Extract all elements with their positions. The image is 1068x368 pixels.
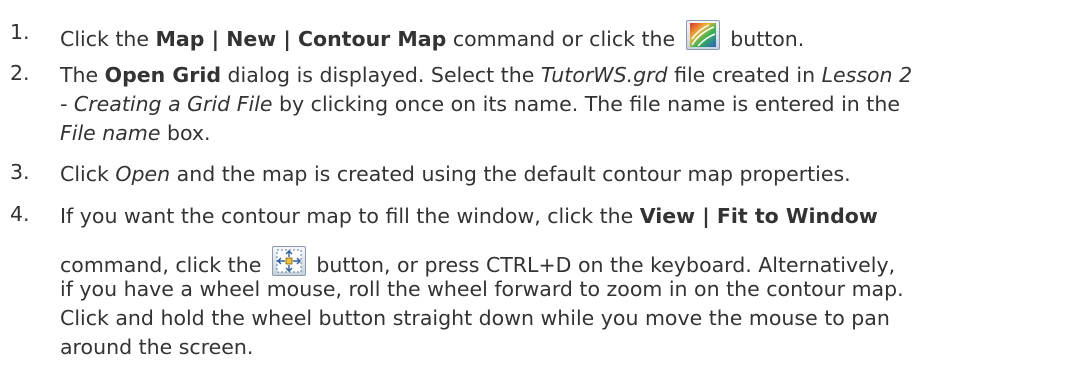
step-line: If you want the contour map to fill the … [60,202,878,230]
step-text: command or click the [446,27,682,51]
step-text: around the screen. [60,335,254,359]
contour-map-icon [685,20,720,50]
step-line: Click and hold the wheel button straight… [60,304,890,332]
action-name: Open [115,162,171,186]
step-text: If you want the contour map to fill the … [60,204,640,228]
step-text: file created in [667,63,822,87]
step-text: dialog is displayed. Select the [221,63,541,87]
step-text: if you have a wheel mouse, roll the whee… [60,277,904,301]
lesson-reference: Lesson 2 [821,63,913,87]
step-line: Click Open and the map is created using … [60,160,851,188]
dialog-name: Open Grid [104,63,222,87]
step-number: 4. [10,202,30,226]
field-name: File name [60,121,161,145]
step-line: Click the Map | New | Contour Map comman… [60,20,804,53]
step-text: box. [160,121,211,145]
lesson-reference: - Creating a Grid File [60,92,273,116]
step-text: button, or press CTRL+D on the keyboard.… [309,253,896,277]
step-text: button. [730,27,805,51]
step-text: Click the [60,27,156,51]
step-text: Click [60,162,116,186]
step-number: 2. [10,61,30,85]
step-number: 3. [10,160,30,184]
step-text: Click and hold the wheel button straight… [60,306,890,330]
step-text: and the map is created using the default… [170,162,851,186]
fit-to-window-icon [271,246,306,276]
step-line: - Creating a Grid File by clicking once … [60,90,900,118]
tutorial-steps-document: 1. Click the Map | New | Contour Map com… [0,0,1068,368]
menu-command: Map | New | Contour Map [155,27,447,51]
step-text: by clicking once on its name. The file n… [272,92,900,116]
step-line: around the screen. [60,333,253,361]
step-line: if you have a wheel mouse, roll the whee… [60,275,904,303]
step-text: command, click the [60,253,268,277]
step-line: File name box. [60,119,211,147]
step-text: The [60,63,105,87]
step-line: The Open Grid dialog is displayed. Selec… [60,61,912,89]
step-number: 1. [10,20,30,44]
menu-command: View | Fit to Window [639,204,878,228]
file-name: TutorWS.grd [540,63,668,87]
